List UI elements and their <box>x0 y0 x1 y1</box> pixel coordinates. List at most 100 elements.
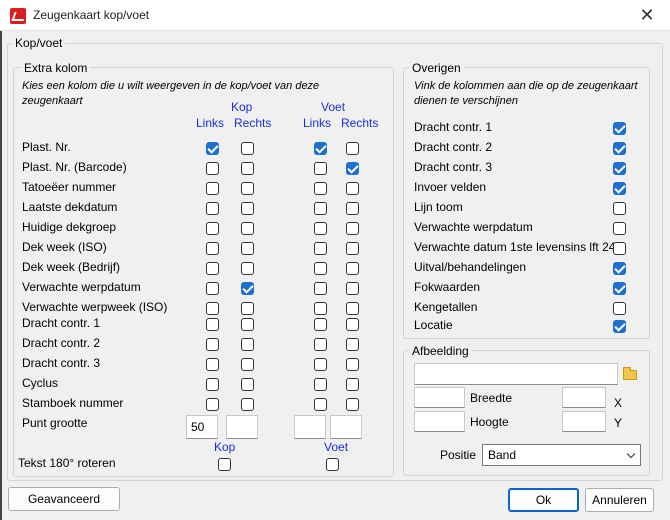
extra-kolom-row-label: Cyclus <box>22 376 59 390</box>
rotate-kop-checkbox[interactable] <box>218 458 231 471</box>
checkbox-voet-rechts[interactable] <box>346 162 359 175</box>
checkbox-voet-rechts[interactable] <box>346 318 359 331</box>
folder-icon[interactable] <box>623 367 637 380</box>
checkbox-kop-links[interactable] <box>206 222 219 235</box>
extra-kolom-row-label: Verwachte werpweek (ISO) <box>22 300 168 314</box>
extra-kolom-row-label: Tatoeëer nummer <box>22 180 117 194</box>
afbeelding-path-input[interactable] <box>414 363 618 385</box>
overigen-item-checkbox[interactable] <box>613 122 626 135</box>
checkbox-voet-links[interactable] <box>314 318 327 331</box>
overigen-item-checkbox[interactable] <box>613 202 626 215</box>
checkbox-kop-links[interactable] <box>206 182 219 195</box>
checkbox-voet-rechts[interactable] <box>346 242 359 255</box>
checkbox-kop-links[interactable] <box>206 398 219 411</box>
background-window-edge <box>0 0 2 520</box>
checkbox-voet-rechts[interactable] <box>346 302 359 315</box>
overigen-item-label: Dracht contr. 2 <box>414 140 493 154</box>
punt-grootte-kop-rechts-input[interactable] <box>226 415 258 439</box>
checkbox-voet-rechts[interactable] <box>346 262 359 275</box>
positie-select[interactable]: Band <box>482 444 641 466</box>
cancel-button[interactable]: Annuleren <box>585 488 654 512</box>
checkbox-voet-links[interactable] <box>314 302 327 315</box>
overigen-item-checkbox[interactable] <box>613 282 626 295</box>
checkbox-voet-links[interactable] <box>314 202 327 215</box>
checkbox-kop-links[interactable] <box>206 338 219 351</box>
checkbox-kop-rechts[interactable] <box>241 202 254 215</box>
punt-grootte-voet-rechts-input[interactable] <box>330 415 362 439</box>
checkbox-voet-links[interactable] <box>314 398 327 411</box>
advanced-button[interactable]: Geavanceerd <box>8 487 120 511</box>
checkbox-kop-links[interactable] <box>206 378 219 391</box>
checkbox-voet-links[interactable] <box>314 282 327 295</box>
overigen-item-checkbox[interactable] <box>613 142 626 155</box>
checkbox-kop-links[interactable] <box>206 358 219 371</box>
checkbox-voet-rechts[interactable] <box>346 378 359 391</box>
checkbox-voet-links[interactable] <box>314 222 327 235</box>
checkbox-kop-rechts[interactable] <box>241 242 254 255</box>
hoogte-input[interactable] <box>414 411 465 432</box>
overigen-item-label: Locatie <box>414 318 453 332</box>
x-input[interactable] <box>562 387 606 408</box>
checkbox-voet-rechts[interactable] <box>346 358 359 371</box>
overigen-item-checkbox[interactable] <box>613 162 626 175</box>
checkbox-kop-rechts[interactable] <box>241 358 254 371</box>
checkbox-voet-rechts[interactable] <box>346 338 359 351</box>
checkbox-voet-rechts[interactable] <box>346 222 359 235</box>
checkbox-voet-links[interactable] <box>314 262 327 275</box>
checkbox-voet-links[interactable] <box>314 142 327 155</box>
checkbox-kop-links[interactable] <box>206 302 219 315</box>
rotate-voet-checkbox[interactable] <box>326 458 339 471</box>
checkbox-voet-links[interactable] <box>314 338 327 351</box>
checkbox-voet-rechts[interactable] <box>346 398 359 411</box>
breedte-label: Breedte <box>470 391 513 405</box>
punt-grootte-voet-links-input[interactable] <box>294 415 326 439</box>
breedte-input[interactable] <box>414 387 465 408</box>
checkbox-voet-links[interactable] <box>314 182 327 195</box>
checkbox-kop-rechts[interactable] <box>241 302 254 315</box>
checkbox-kop-links[interactable] <box>206 142 219 155</box>
close-icon[interactable]: ✕ <box>638 6 656 24</box>
voet-links-header: Links <box>303 116 332 130</box>
checkbox-kop-rechts[interactable] <box>241 262 254 275</box>
overigen-item-label: Kengetallen <box>414 300 478 314</box>
checkbox-kop-rechts[interactable] <box>241 318 254 331</box>
overigen-item-checkbox[interactable] <box>613 242 626 255</box>
checkbox-kop-links[interactable] <box>206 242 219 255</box>
checkbox-kop-rechts[interactable] <box>241 142 254 155</box>
checkbox-kop-links[interactable] <box>206 318 219 331</box>
punt-grootte-kop-links-input[interactable]: 50 <box>186 415 218 439</box>
extra-kolom-row-label: Plast. Nr. <box>22 140 71 154</box>
checkbox-voet-rechts[interactable] <box>346 202 359 215</box>
overigen-item-checkbox[interactable] <box>613 302 626 315</box>
overigen-item-label: Uitval/behandelingen <box>414 260 527 274</box>
checkbox-voet-links[interactable] <box>314 162 327 175</box>
overigen-item-checkbox[interactable] <box>613 222 626 235</box>
checkbox-voet-links[interactable] <box>314 378 327 391</box>
checkbox-kop-links[interactable] <box>206 162 219 175</box>
checkbox-voet-rechts[interactable] <box>346 142 359 155</box>
checkbox-voet-rechts[interactable] <box>346 182 359 195</box>
checkbox-kop-links[interactable] <box>206 262 219 275</box>
checkbox-voet-links[interactable] <box>314 242 327 255</box>
overigen-item-checkbox[interactable] <box>613 320 626 333</box>
overigen-item-checkbox[interactable] <box>613 262 626 275</box>
y-input[interactable] <box>562 411 606 432</box>
overigen-item-label: Fokwaarden <box>414 280 481 294</box>
checkbox-kop-rechts[interactable] <box>241 378 254 391</box>
x-label: X <box>614 396 623 410</box>
checkbox-kop-links[interactable] <box>206 282 219 295</box>
checkbox-kop-rechts[interactable] <box>241 338 254 351</box>
ok-button[interactable]: Ok <box>508 488 579 512</box>
checkbox-kop-rechts[interactable] <box>241 182 254 195</box>
checkbox-kop-links[interactable] <box>206 202 219 215</box>
checkbox-voet-links[interactable] <box>314 358 327 371</box>
rotate-kop-header: Kop <box>214 440 236 454</box>
checkbox-kop-rechts[interactable] <box>241 282 254 295</box>
checkbox-kop-rechts[interactable] <box>241 222 254 235</box>
checkbox-kop-rechts[interactable] <box>241 398 254 411</box>
overigen-item-checkbox[interactable] <box>613 182 626 195</box>
checkbox-kop-rechts[interactable] <box>241 162 254 175</box>
checkbox-voet-rechts[interactable] <box>346 282 359 295</box>
kop-header: Kop <box>231 100 253 114</box>
extra-kolom-row-label: Verwachte werpdatum <box>22 280 141 294</box>
